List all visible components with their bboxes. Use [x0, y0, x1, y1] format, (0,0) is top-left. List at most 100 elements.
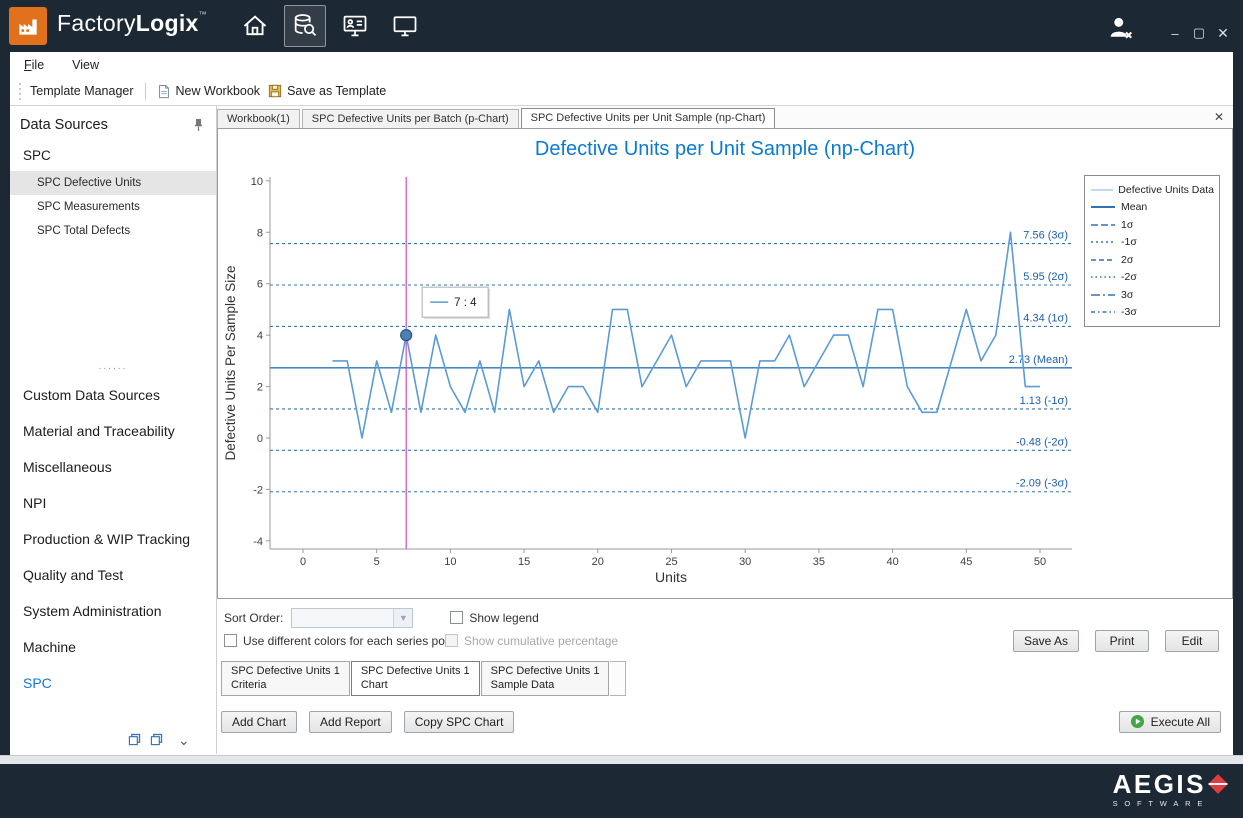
legend-entry: Mean: [1090, 199, 1214, 217]
tab-close-icon[interactable]: ✕: [1214, 110, 1233, 128]
sort-order-select[interactable]: ▼: [291, 608, 413, 628]
bottom-bar: AEGIS SOFTWARE: [0, 764, 1243, 818]
sidebar-category[interactable]: NPI: [10, 485, 216, 521]
sidebar-item[interactable]: SPC Defective Units: [10, 171, 216, 195]
legend-entry: -1σ: [1090, 234, 1214, 252]
chart-title: Defective Units per Unit Sample (np-Char…: [218, 138, 1232, 161]
execute-all-button[interactable]: Execute All: [1119, 711, 1221, 733]
svg-text:0: 0: [257, 433, 263, 445]
sidebar-category[interactable]: Quality and Test: [10, 557, 216, 593]
legend-entry: 2σ: [1090, 251, 1214, 269]
svg-text:4: 4: [257, 330, 263, 342]
new-workbook-button[interactable]: New Workbook: [153, 82, 265, 101]
spc-subtab[interactable]: SPC Defective Units 1Criteria: [221, 661, 350, 696]
data-source-search-icon[interactable]: [284, 5, 326, 47]
sidebar-categories: Custom Data SourcesMaterial and Traceabi…: [10, 377, 216, 701]
main-content: File View Template Manager New Workbook: [10, 52, 1233, 755]
legend-entry: -2σ: [1090, 269, 1214, 287]
checkbox-label: Use different colors for each series poi…: [243, 634, 458, 648]
sidebar-spc-items: SPC Defective UnitsSPC MeasurementsSPC T…: [10, 171, 216, 243]
sidebar-category[interactable]: System Administration: [10, 593, 216, 629]
tile-windows-icon[interactable]: [150, 733, 163, 746]
app-title: FactoryLogix™: [57, 10, 207, 37]
monitor-icon[interactable]: [384, 5, 426, 47]
svg-text:Units: Units: [655, 569, 687, 585]
close-button[interactable]: ✕: [1213, 25, 1233, 42]
menubar: File View: [10, 52, 1233, 77]
menu-file[interactable]: File: [24, 58, 44, 72]
sidebar-category[interactable]: Machine: [10, 629, 216, 665]
svg-text:10: 10: [444, 556, 456, 568]
sidebar-category[interactable]: Custom Data Sources: [10, 377, 216, 413]
svg-text:40: 40: [886, 556, 898, 568]
sidebar-category[interactable]: Production & WIP Tracking: [10, 521, 216, 557]
sidebar-spacer: [10, 243, 216, 361]
document-tabs: Workbook(1)SPC Defective Units per Batch…: [217, 106, 1233, 128]
checkbox-box[interactable]: [224, 634, 237, 647]
np-chart-plot[interactable]: 1086420-2-4051015202530354045507.56 (3σ)…: [218, 169, 1078, 593]
legend-entry: 1σ: [1090, 216, 1214, 234]
checkbox-box[interactable]: [450, 611, 463, 624]
svg-text:7.56 (3σ): 7.56 (3σ): [1023, 230, 1068, 242]
chevron-down-icon[interactable]: ⌄: [178, 735, 190, 745]
template-manager-button[interactable]: Template Manager: [26, 82, 138, 100]
sidebar-category[interactable]: Miscellaneous: [10, 449, 216, 485]
chart-controls: Sort Order: ▼ Show legend: [217, 599, 1233, 652]
toolbar: Template Manager New Workbook Save as Te…: [10, 77, 1233, 106]
aegis-brand-text: AEGIS: [1113, 771, 1206, 797]
svg-text:-0.48 (-2σ): -0.48 (-2σ): [1016, 436, 1068, 448]
document-tab[interactable]: SPC Defective Units per Batch (p-Chart): [302, 109, 519, 128]
sidebar-splitter[interactable]: ......: [10, 361, 216, 377]
sidebar-category[interactable]: SPC: [10, 665, 216, 701]
svg-text:10: 10: [251, 176, 263, 188]
document-tab[interactable]: Workbook(1): [217, 109, 300, 128]
menu-view[interactable]: View: [72, 58, 99, 72]
toolbar-separator: [145, 83, 146, 100]
checkbox-label: Show cumulative percentage: [464, 634, 618, 648]
edit-button[interactable]: Edit: [1165, 630, 1219, 652]
use-different-colors-checkbox[interactable]: Use different colors for each series poi…: [224, 634, 458, 648]
spc-subtabs: SPC Defective Units 1CriteriaSPC Defecti…: [217, 661, 1233, 696]
subtab-stub[interactable]: [610, 661, 626, 696]
copy-spc-chart-button[interactable]: Copy SPC Chart: [404, 711, 515, 733]
sidebar-item[interactable]: SPC Measurements: [10, 195, 216, 219]
svg-text:-2.09 (-3σ): -2.09 (-3σ): [1016, 478, 1068, 490]
svg-text:35: 35: [813, 556, 825, 568]
svg-text:7 : 4: 7 : 4: [454, 297, 477, 309]
sidebar-item[interactable]: SPC Total Defects: [10, 219, 216, 243]
document-tab[interactable]: SPC Defective Units per Unit Sample (np-…: [521, 108, 776, 128]
spc-subtab[interactable]: SPC Defective Units 1Sample Data: [481, 661, 610, 696]
home-icon[interactable]: [234, 5, 276, 47]
show-cumulative-checkbox[interactable]: Show cumulative percentage: [445, 634, 618, 648]
pin-icon[interactable]: [193, 118, 204, 132]
status-band: [0, 755, 1243, 764]
actions-bar: Add Chart Add Report Copy SPC Chart Execut…: [217, 711, 1233, 733]
sidebar-group-spc[interactable]: SPC: [10, 137, 216, 171]
aegis-sub-text: SOFTWARE: [1113, 799, 1225, 808]
new-workbook-icon: [157, 84, 171, 99]
cascade-windows-icon[interactable]: [128, 733, 141, 746]
legend-entry: -3σ: [1090, 304, 1214, 322]
add-report-button[interactable]: Add Report: [309, 711, 392, 733]
svg-text:45: 45: [960, 556, 972, 568]
svg-text:4.34 (1σ): 4.34 (1σ): [1023, 312, 1068, 324]
sidebar-category[interactable]: Material and Traceability: [10, 413, 216, 449]
maximize-button[interactable]: ▢: [1189, 25, 1209, 41]
save-as-template-button[interactable]: Save as Template: [264, 82, 390, 100]
user-logout-icon[interactable]: [1105, 13, 1135, 48]
combo-arrow-icon: ▼: [393, 609, 412, 627]
print-button[interactable]: Print: [1095, 630, 1149, 652]
workarea: Workbook(1)SPC Defective Units per Batch…: [217, 106, 1233, 754]
aegis-diamond-icon: [1208, 774, 1228, 794]
checkbox-box[interactable]: [445, 634, 458, 647]
training-screen-icon[interactable]: [334, 5, 376, 47]
minimize-button[interactable]: –: [1165, 26, 1185, 41]
add-chart-button[interactable]: Add Chart: [221, 711, 297, 733]
save-as-button[interactable]: Save As: [1013, 630, 1079, 652]
toolbar-grip[interactable]: [19, 83, 21, 100]
show-legend-checkbox[interactable]: Show legend: [450, 611, 538, 625]
svg-text:50: 50: [1034, 556, 1046, 568]
svg-text:2: 2: [257, 382, 263, 394]
data-sources-sidebar: Data Sources SPC SPC Defective UnitsSPC …: [10, 106, 217, 754]
spc-subtab[interactable]: SPC Defective Units 1Chart: [351, 661, 480, 696]
